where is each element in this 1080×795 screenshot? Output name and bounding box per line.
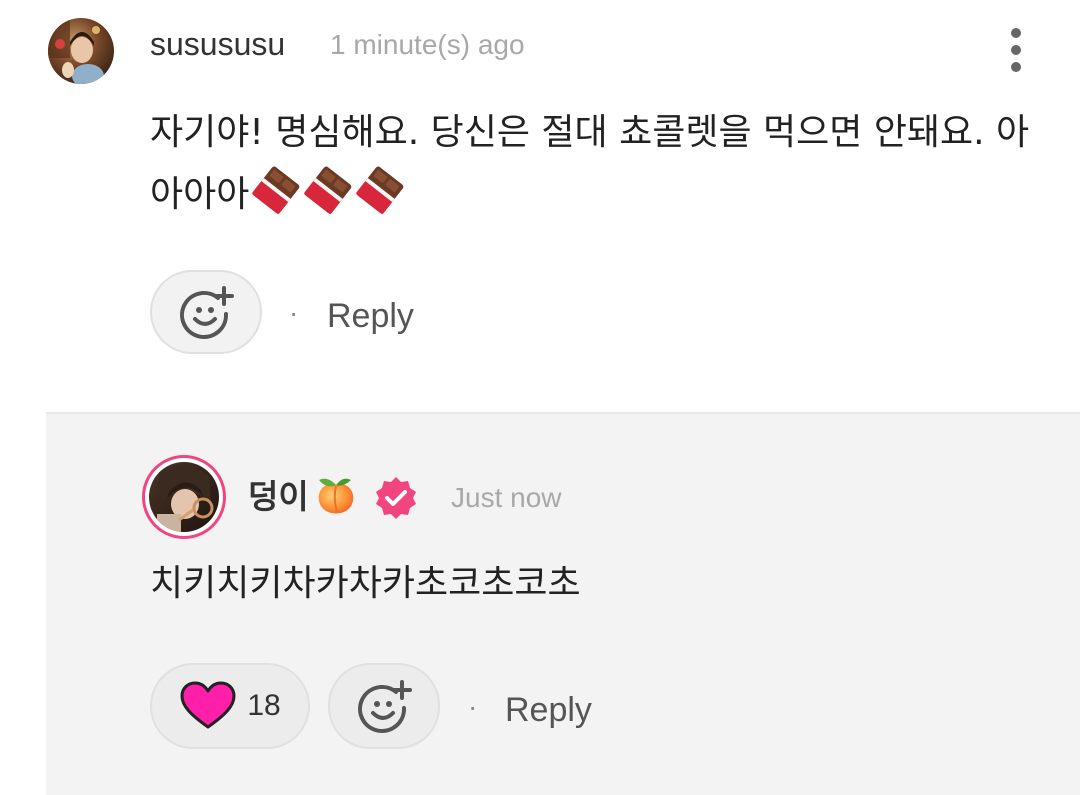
separator-dot: · xyxy=(468,691,478,722)
comment-username[interactable]: sususus­u xyxy=(150,24,285,64)
peach-icon xyxy=(313,474,359,523)
comment: sususus­u 1 minute(s) ago 자기야! 명심해요. 당신은… xyxy=(0,0,1080,412)
comment-timestamp: 1 minute(s) ago xyxy=(330,29,525,60)
chocolate-bar-icon xyxy=(251,166,301,234)
chocolate-bar-icon xyxy=(303,166,353,234)
avatar[interactable] xyxy=(48,18,114,84)
add-reaction-button[interactable] xyxy=(150,270,262,354)
avatar-image xyxy=(149,462,219,532)
more-dot xyxy=(1011,28,1021,38)
comment-text: 자기야! 명심해요. 당신은 절대 쵸콜렛을 먹으면 안돼요. 아아아아 xyxy=(150,102,1030,234)
separator-dot: · xyxy=(289,297,299,328)
reply-button[interactable]: Reply xyxy=(505,690,592,730)
add-reaction-icon xyxy=(180,286,234,339)
avatar xyxy=(149,462,219,532)
reply-timestamp: Just now xyxy=(451,482,562,513)
verified-badge-icon xyxy=(373,475,419,526)
heart-icon xyxy=(180,681,236,729)
avatar-image xyxy=(48,18,114,84)
reply-username[interactable]: 덩이 xyxy=(248,477,309,517)
more-vertical-icon[interactable] xyxy=(996,22,1036,78)
reply-text: 치키치키차카차카초코초코초 xyxy=(150,563,581,604)
like-button[interactable]: 18 xyxy=(150,663,310,749)
like-count: 18 xyxy=(247,689,281,722)
comment-thread: sususus­u 1 minute(s) ago 자기야! 명심해요. 당신은… xyxy=(0,0,1080,795)
add-reaction-button[interactable] xyxy=(328,663,440,749)
more-dot xyxy=(1011,45,1021,55)
more-dot xyxy=(1011,62,1021,72)
chocolate-bar-icon xyxy=(355,166,405,234)
reply-button[interactable]: Reply xyxy=(327,296,414,336)
avatar-story-ring[interactable] xyxy=(142,455,226,539)
add-reaction-icon xyxy=(358,680,412,733)
